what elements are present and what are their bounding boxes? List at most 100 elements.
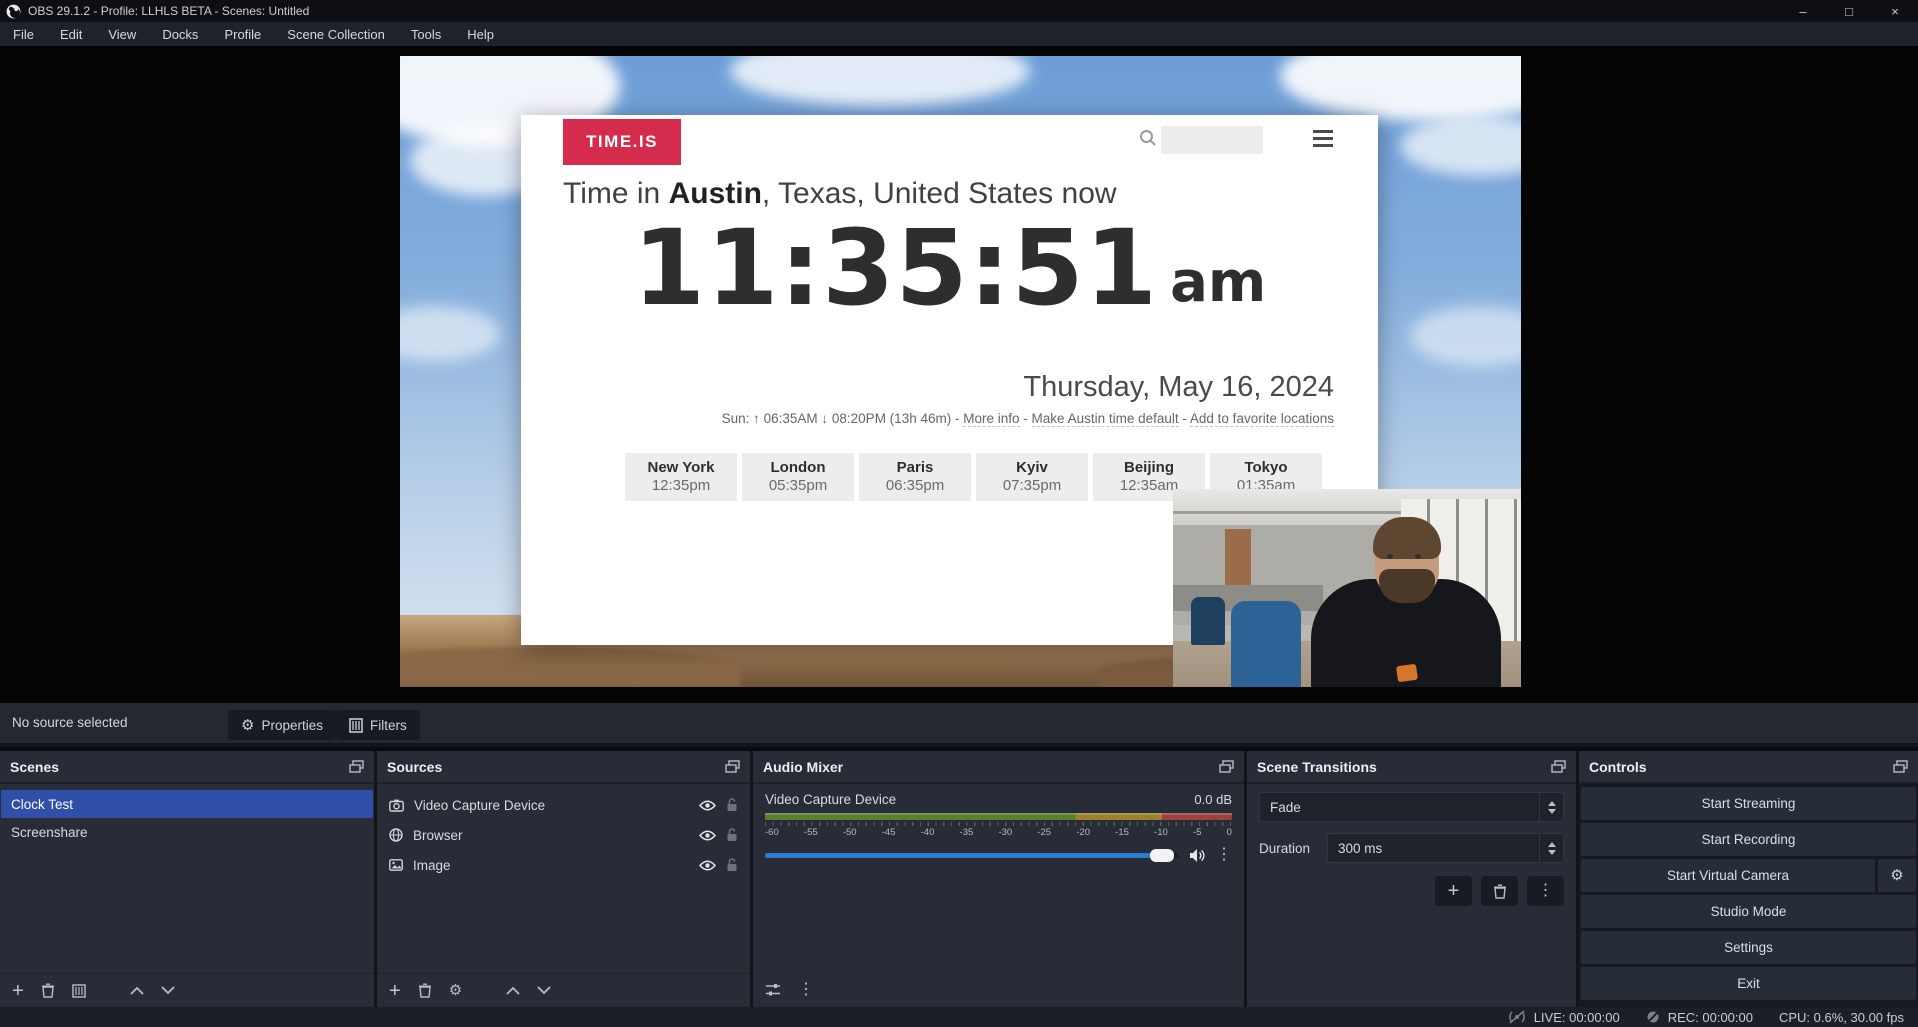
mixer-menu-icon[interactable]: ⋮	[798, 982, 814, 998]
properties-button[interactable]: ⚙ Properties	[228, 710, 336, 740]
volume-slider[interactable]	[765, 853, 1179, 858]
sun-info: Sun: ↑ 06:35AM ↓ 08:20PM (13h 46m) - Mor…	[722, 411, 1334, 426]
dock-panels: Scenes Clock Test Screenshare +	[0, 751, 1918, 1007]
duration-spinbox[interactable]: 300 ms	[1327, 833, 1564, 863]
scene-filters-button[interactable]	[72, 984, 86, 998]
settings-button[interactable]: Settings	[1581, 931, 1916, 964]
visibility-eye-icon[interactable]	[699, 830, 716, 841]
studio-mode-button[interactable]: Studio Mode	[1581, 895, 1916, 928]
audio-mixer-panel: Audio Mixer Video Capture Device 0.0 dB …	[753, 751, 1244, 1007]
window-title: OBS 29.1.2 - Profile: LLHLS BETA - Scene…	[28, 4, 309, 18]
time-digits: 11:35:51	[633, 211, 1158, 325]
rec-status: REC: 00:00:00	[1646, 1010, 1753, 1025]
minimize-button[interactable]: –	[1780, 0, 1826, 22]
mixer-channel-menu-icon[interactable]: ⋮	[1216, 847, 1232, 863]
add-scene-button[interactable]: +	[12, 981, 24, 1001]
filters-button[interactable]: Filters	[336, 710, 420, 740]
start-virtual-camera-button[interactable]: Start Virtual Camera	[1581, 859, 1875, 892]
maximize-button[interactable]: □	[1826, 0, 1872, 22]
duration-label: Duration	[1259, 841, 1317, 856]
move-source-up-button[interactable]	[506, 986, 520, 995]
source-toolbar: No source selected ⚙ Properties Filters	[0, 703, 1918, 747]
remove-transition-button[interactable]	[1481, 876, 1518, 906]
menu-help[interactable]: Help	[454, 22, 507, 46]
lock-icon[interactable]	[726, 828, 738, 842]
gear-icon: ⚙	[1890, 868, 1903, 883]
transition-select-arrows[interactable]	[1539, 793, 1563, 821]
menu-tools[interactable]: Tools	[398, 22, 454, 46]
world-clock-newyork[interactable]: New York 12:35pm	[625, 453, 737, 501]
transition-select[interactable]: Fade	[1259, 792, 1564, 822]
timeis-logo: TIME.IS	[563, 119, 681, 165]
remove-source-button[interactable]	[418, 983, 432, 998]
move-scene-down-button[interactable]	[161, 986, 175, 995]
world-clock-kyiv[interactable]: Kyiv 07:35pm	[976, 453, 1088, 501]
source-row-browser[interactable]: Browser	[377, 820, 750, 850]
record-inactive-icon	[1646, 1010, 1660, 1024]
preview-canvas[interactable]: TIME.IS Time in Austin, Texas, United St…	[400, 56, 1521, 687]
scene-transitions-panel: Scene Transitions Fade Duration 300 ms	[1247, 751, 1576, 1007]
remove-scene-button[interactable]	[41, 983, 55, 998]
meter-scale: -60-55-50-45-40-35-30-25-20-15-10-50	[765, 827, 1232, 838]
visibility-eye-icon[interactable]	[699, 800, 716, 811]
cloud-shape	[1400, 116, 1521, 176]
search-input[interactable]	[1161, 126, 1263, 154]
speaker-icon[interactable]	[1189, 848, 1206, 863]
gear-icon: ⚙	[241, 718, 254, 733]
visibility-eye-icon[interactable]	[699, 860, 716, 871]
scene-item-clock-test[interactable]: Clock Test	[1, 790, 373, 818]
lock-icon[interactable]	[726, 798, 738, 812]
move-scene-up-button[interactable]	[130, 986, 144, 995]
transition-properties-menu-button[interactable]: ⋮	[1527, 876, 1564, 906]
scenes-panel: Scenes Clock Test Screenshare +	[0, 751, 374, 1007]
popout-icon[interactable]	[1219, 760, 1234, 773]
source-row-image[interactable]: Image	[377, 850, 750, 880]
menu-profile[interactable]: Profile	[211, 22, 274, 46]
source-status-text: No source selected	[12, 715, 128, 730]
menu-scene-collection[interactable]: Scene Collection	[274, 22, 398, 46]
transitions-title: Scene Transitions	[1257, 759, 1377, 775]
menu-docks[interactable]: Docks	[149, 22, 211, 46]
advanced-audio-properties-button[interactable]	[765, 983, 781, 997]
close-button[interactable]: ×	[1872, 0, 1918, 22]
make-default-link[interactable]: Make Austin time default	[1032, 411, 1179, 427]
menu-file[interactable]: File	[0, 22, 47, 46]
cloud-shape	[1280, 56, 1521, 121]
popout-icon[interactable]	[1893, 760, 1908, 773]
duration-spin-arrows[interactable]	[1539, 834, 1563, 862]
source-row-video-capture[interactable]: Video Capture Device	[377, 790, 750, 820]
virtual-camera-settings-button[interactable]: ⚙	[1878, 859, 1916, 892]
add-source-button[interactable]: +	[389, 981, 401, 1001]
lock-icon[interactable]	[726, 858, 738, 872]
popout-icon[interactable]	[1551, 760, 1566, 773]
controls-panel: Controls Start Streaming Start Recording…	[1579, 751, 1918, 1007]
popout-icon[interactable]	[349, 760, 364, 773]
volume-meter	[765, 813, 1232, 820]
cloud-shape	[1410, 306, 1521, 366]
cloud-shape	[400, 306, 500, 361]
menu-edit[interactable]: Edit	[47, 22, 95, 46]
scene-item-screenshare[interactable]: Screenshare	[1, 818, 373, 846]
start-recording-button[interactable]: Start Recording	[1581, 823, 1916, 856]
audio-mixer-title: Audio Mixer	[763, 759, 843, 775]
webcam-overlay[interactable]	[1173, 489, 1521, 687]
volume-slider-handle[interactable]	[1150, 849, 1174, 862]
search-icon	[1139, 129, 1157, 147]
world-clock-london[interactable]: London 05:35pm	[742, 453, 854, 501]
add-transition-button[interactable]: +	[1435, 876, 1472, 906]
sources-title: Sources	[387, 759, 442, 775]
start-streaming-button[interactable]: Start Streaming	[1581, 787, 1916, 820]
source-properties-gear-icon[interactable]: ⚙	[449, 983, 462, 998]
popout-icon[interactable]	[725, 760, 740, 773]
more-info-link[interactable]: More info	[963, 411, 1019, 427]
menu-view[interactable]: View	[95, 22, 149, 46]
exit-button[interactable]: Exit	[1581, 967, 1916, 1000]
camera-icon	[389, 799, 404, 812]
add-favorite-link[interactable]: Add to favorite locations	[1190, 411, 1334, 427]
stream-inactive-icon	[1508, 1010, 1526, 1024]
world-clock-paris[interactable]: Paris 06:35pm	[859, 453, 971, 501]
hamburger-menu-icon[interactable]	[1313, 130, 1333, 151]
current-date: Thursday, May 16, 2024	[1023, 371, 1334, 404]
status-bar: LIVE: 00:00:00 REC: 00:00:00 CPU: 0.6%, …	[0, 1007, 1918, 1027]
move-source-down-button[interactable]	[537, 986, 551, 995]
